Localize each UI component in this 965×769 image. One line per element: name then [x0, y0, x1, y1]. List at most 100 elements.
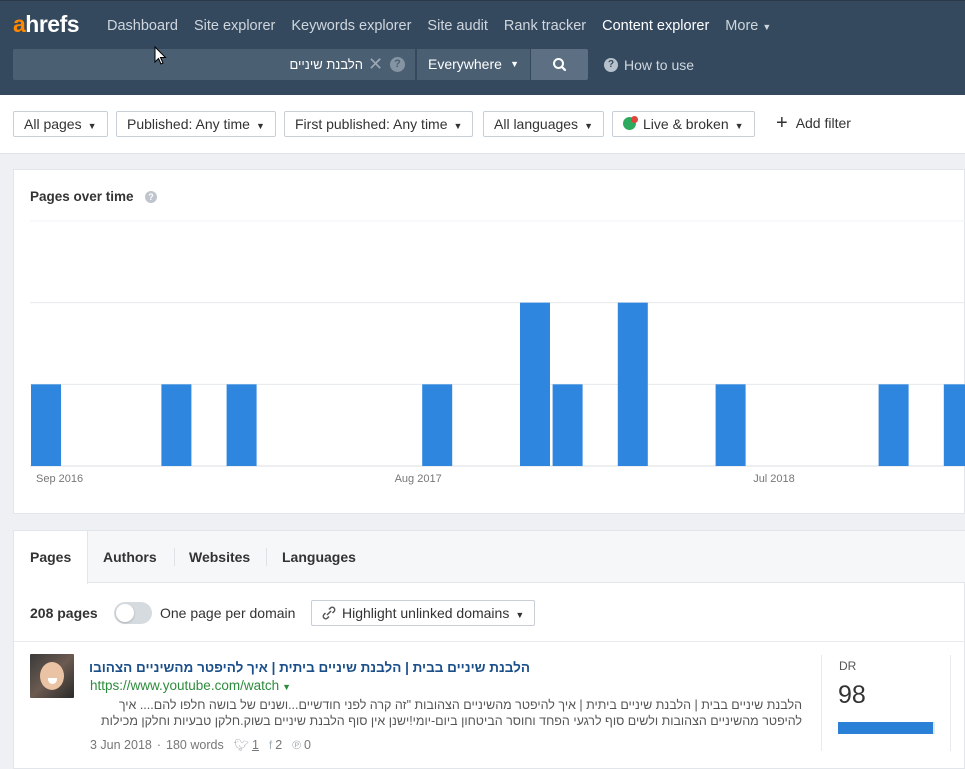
result-thumbnail[interactable] — [30, 654, 74, 698]
chart-x-tick-label: Jul 2018 — [753, 473, 795, 485]
chart-bar[interactable] — [943, 384, 965, 466]
chart-bar[interactable] — [161, 384, 192, 466]
chart-bar[interactable] — [31, 384, 61, 466]
nav-item-dashboard[interactable]: Dashboard — [99, 17, 186, 36]
chart-bar[interactable] — [226, 384, 257, 466]
filter-languages-label: All languages — [494, 116, 579, 132]
chart-title: Pages over time — [30, 189, 134, 204]
plus-icon: + — [776, 112, 788, 134]
twitter-shares[interactable]: 🐦︎ 1 — [234, 738, 259, 752]
search-icon — [553, 58, 567, 72]
filter-live-broken-label: Live & broken — [643, 116, 729, 132]
filter-live-broken[interactable]: Live & broken ▼ — [612, 111, 755, 137]
caret-down-icon: ▼ — [734, 121, 744, 131]
filter-first-published-label: First published: Any time — [295, 116, 448, 132]
result-url-text: https://www.youtube.com/watch — [90, 678, 280, 693]
chart-bar[interactable] — [715, 384, 746, 466]
live-broken-icon — [623, 116, 638, 130]
results-tabs: Pages Authors Websites Languages — [14, 531, 965, 584]
search-input[interactable] — [23, 49, 363, 80]
tab-websites[interactable]: Websites — [173, 531, 266, 583]
chart-bar[interactable] — [422, 384, 453, 466]
chart-x-tick-label: Sep 2016 — [36, 473, 83, 485]
caret-down-icon: ▼ — [510, 59, 519, 69]
add-filter-button[interactable]: + Add filter — [776, 112, 851, 134]
pages-over-time-panel: Sep 2016 Aug 2017 Jul 2018 Pages over time… — [13, 169, 965, 514]
one-page-per-domain-toggle[interactable] — [114, 602, 152, 624]
result-url[interactable]: https://www.youtube.com/watch ▼ — [90, 678, 291, 693]
meta-separator: · — [156, 738, 162, 752]
add-filter-label: Add filter — [795, 115, 851, 131]
filter-published[interactable]: Published: Any time ▼ — [116, 111, 276, 137]
facebook-count: 2 — [275, 738, 283, 752]
divider — [14, 641, 965, 642]
caret-down-icon: ▼ — [453, 121, 463, 131]
chart-bar[interactable] — [617, 302, 648, 466]
caret-down-icon: ▼ — [762, 22, 772, 32]
filter-all-pages-label: All pages — [24, 116, 82, 132]
filter-first-published[interactable]: First published: Any time ▼ — [284, 111, 474, 137]
result-word-count: 180 words — [166, 738, 224, 752]
result-title-link[interactable]: הלבנת שיניים בבית | הלבנת שיניים ביתית |… — [90, 660, 530, 675]
filter-published-label: Published: Any time — [127, 116, 250, 132]
domain-rating-box: DR 98 — [821, 655, 951, 751]
search-button[interactable] — [531, 49, 588, 80]
clear-icon[interactable]: ✕ — [368, 55, 383, 73]
caret-down-icon: ▼ — [584, 121, 593, 131]
how-to-use-label: How to use — [624, 57, 695, 73]
broken-link-icon — [322, 606, 336, 620]
pinterest-shares[interactable]: ℗ 0 — [292, 738, 311, 752]
main-nav: Dashboard Site explorer Keywords explore… — [99, 17, 779, 36]
top-navigation-bar: ahrefs Dashboard Site explorer Keywords … — [0, 0, 965, 95]
pinterest-icon: ℗ — [292, 738, 302, 752]
filter-all-pages[interactable]: All pages ▼ — [13, 111, 108, 137]
chart-bar[interactable] — [878, 384, 909, 466]
caret-down-icon: ▼ — [87, 121, 97, 131]
thumbnail-face — [40, 662, 64, 690]
nav-item-site-audit[interactable]: Site audit — [419, 17, 495, 36]
tab-languages[interactable]: Languages — [266, 531, 372, 583]
result-meta: 3 Jun 2018 · 180 words 🐦︎ 1 f2 ℗ 0 — [90, 738, 311, 752]
nav-item-content-explorer[interactable]: Content explorer — [594, 17, 717, 36]
nav-item-site-explorer[interactable]: Site explorer — [186, 17, 283, 36]
search-box: ✕ ? — [13, 49, 415, 80]
help-icon[interactable]: ? — [145, 191, 157, 203]
pages-over-time-chart: Sep 2016 Aug 2017 Jul 2018 — [30, 220, 965, 485]
help-icon[interactable]: ? — [390, 57, 405, 72]
chart-x-tick-label: Aug 2017 — [395, 473, 442, 485]
how-to-use-link[interactable]: ? How to use — [604, 57, 694, 73]
chart-bar[interactable] — [520, 302, 550, 466]
twitter-icon: 🐦︎ — [233, 738, 249, 752]
tab-authors[interactable]: Authors — [87, 531, 173, 583]
dr-value: 98 — [838, 681, 866, 709]
highlight-unlinked-domains-dropdown[interactable]: Highlight unlinked domains ▼ — [311, 600, 536, 626]
mouse-cursor-icon — [154, 46, 167, 65]
tab-pages[interactable]: Pages — [14, 531, 89, 584]
nav-item-more[interactable]: More ▼ — [717, 17, 779, 36]
facebook-icon: f — [268, 738, 273, 752]
toggle-label: One page per domain — [160, 605, 296, 621]
caret-down-icon: ▼ — [255, 121, 265, 131]
result-snippet: הלבנת שיניים בבית | הלבנת שיניים ביתית |… — [101, 698, 802, 728]
results-panel: Pages Authors Websites Languages 208 pag… — [13, 530, 965, 769]
nav-more-label: More — [725, 18, 759, 34]
nav-item-rank-tracker[interactable]: Rank tracker — [496, 17, 594, 36]
dr-label: DR — [839, 659, 857, 673]
chart-bar[interactable] — [552, 384, 583, 466]
caret-down-icon[interactable]: ▼ — [282, 682, 291, 692]
search-mode-label: Everywhere — [428, 56, 502, 72]
dr-bar — [838, 722, 935, 734]
facebook-shares[interactable]: f2 — [269, 738, 282, 752]
caret-down-icon: ▼ — [515, 610, 525, 620]
filter-bar: All pages ▼ Published: Any time ▼ First pu… — [0, 95, 965, 154]
twitter-count: 1 — [251, 738, 259, 752]
dr-bar-fill — [838, 722, 934, 734]
result-date: 3 Jun 2018 — [90, 738, 152, 752]
nav-item-keywords-explorer[interactable]: Keywords explorer — [283, 17, 419, 36]
pinterest-count: 0 — [304, 738, 311, 752]
search-mode-select[interactable]: Everywhere ▼ — [416, 49, 530, 80]
filter-languages[interactable]: All languages ▼ — [483, 111, 604, 137]
highlight-label: Highlight unlinked domains — [342, 605, 510, 621]
question-icon: ? — [604, 58, 618, 72]
ahrefs-logo[interactable]: ahrefs — [13, 11, 80, 38]
